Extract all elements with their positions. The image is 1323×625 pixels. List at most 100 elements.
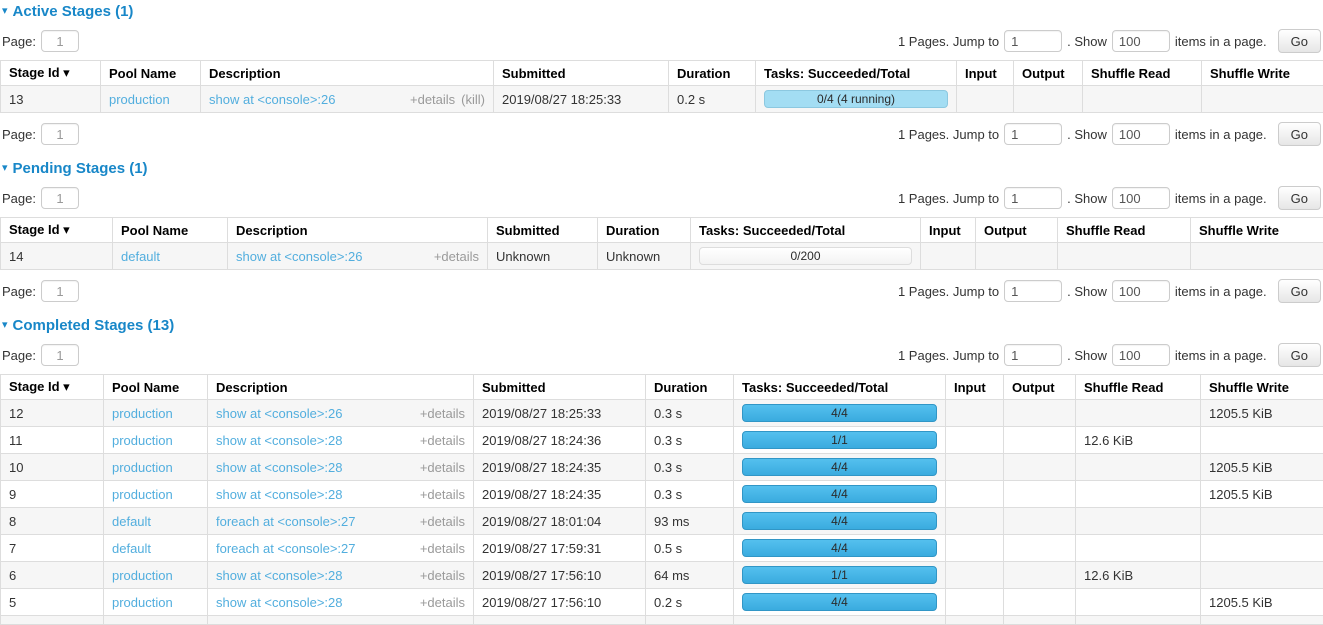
column-header-tasks:-succeeded/total[interactable]: Tasks: Succeeded/Total: [734, 375, 946, 400]
stage-id-cell: 9: [1, 481, 104, 508]
page-input[interactable]: [41, 30, 79, 52]
shuffle-read-cell: [1076, 400, 1201, 427]
details-toggle[interactable]: +details: [420, 595, 465, 610]
duration-cell: 0.5 s: [646, 535, 734, 562]
column-header-duration[interactable]: Duration: [646, 375, 734, 400]
column-header-description[interactable]: Description: [201, 61, 494, 86]
pool-name-link[interactable]: production: [112, 595, 173, 610]
column-header-tasks:-succeeded/total[interactable]: Tasks: Succeeded/Total: [691, 218, 921, 243]
details-toggle[interactable]: +details: [420, 433, 465, 448]
kill-link[interactable]: (kill): [461, 92, 485, 107]
description-link[interactable]: show at <console>:28: [216, 460, 342, 475]
column-header-duration[interactable]: Duration: [669, 61, 756, 86]
jump-to-input[interactable]: [1004, 280, 1062, 302]
column-header-output[interactable]: Output: [1014, 61, 1083, 86]
pool-name-link[interactable]: default: [112, 541, 151, 556]
details-toggle[interactable]: +details: [420, 514, 465, 529]
column-header-shuffle-write[interactable]: Shuffle Write: [1191, 218, 1323, 243]
section-heading-pending-stages[interactable]: ▾Pending Stages (1): [2, 160, 1323, 177]
go-button[interactable]: Go: [1278, 343, 1321, 367]
go-button[interactable]: Go: [1278, 29, 1321, 53]
pool-name-link[interactable]: production: [112, 433, 173, 448]
column-header-input[interactable]: Input: [957, 61, 1014, 86]
pool-name-link[interactable]: default: [112, 514, 151, 529]
stage-id-cell: 12: [1, 400, 104, 427]
collapse-arrow-icon[interactable]: ▾: [2, 320, 8, 331]
details-toggle[interactable]: +details: [410, 92, 455, 107]
column-header-tasks:-succeeded/total[interactable]: Tasks: Succeeded/Total: [756, 61, 957, 86]
show-items-input[interactable]: [1112, 344, 1170, 366]
column-header-stage-id-▾[interactable]: Stage Id ▾: [1, 61, 101, 86]
column-header-input[interactable]: Input: [921, 218, 976, 243]
column-header-input[interactable]: Input: [946, 375, 1004, 400]
pool-name-link[interactable]: production: [112, 406, 173, 421]
pool-name-link[interactable]: production: [112, 460, 173, 475]
details-toggle[interactable]: +details: [420, 406, 465, 421]
column-header-stage-id-▾[interactable]: Stage Id ▾: [1, 375, 104, 400]
pool-name-link[interactable]: production: [112, 568, 173, 583]
show-items-input[interactable]: [1112, 30, 1170, 52]
go-button[interactable]: Go: [1278, 279, 1321, 303]
items-per-page-text: items in a page.: [1175, 191, 1267, 206]
description-link[interactable]: show at <console>:26: [209, 92, 335, 107]
column-header-shuffle-read[interactable]: Shuffle Read: [1076, 375, 1201, 400]
input-cell: [957, 86, 1014, 113]
output-cell: [1004, 400, 1076, 427]
description-link[interactable]: foreach at <console>:27: [216, 541, 356, 556]
column-header-output[interactable]: Output: [976, 218, 1058, 243]
show-items-input[interactable]: [1112, 123, 1170, 145]
jump-to-input[interactable]: [1004, 30, 1062, 52]
tasks-progress-bar: 0/200: [699, 247, 912, 265]
description-link[interactable]: show at <console>:28: [216, 568, 342, 583]
go-button[interactable]: Go: [1278, 186, 1321, 210]
column-header-pool-name[interactable]: Pool Name: [101, 61, 201, 86]
page-input[interactable]: [41, 344, 79, 366]
column-header-output[interactable]: Output: [1004, 375, 1076, 400]
jump-to-input[interactable]: [1004, 187, 1062, 209]
collapse-arrow-icon[interactable]: ▾: [2, 163, 8, 174]
column-header-stage-id-▾[interactable]: Stage Id ▾: [1, 218, 113, 243]
details-toggle[interactable]: +details: [420, 487, 465, 502]
jump-to-input[interactable]: [1004, 123, 1062, 145]
description-link[interactable]: show at <console>:28: [216, 595, 342, 610]
pages-count-text: 1 Pages. Jump to: [898, 348, 999, 363]
details-toggle[interactable]: +details: [420, 568, 465, 583]
page-input[interactable]: [41, 187, 79, 209]
column-header-pool-name[interactable]: Pool Name: [113, 218, 228, 243]
pool-name-link[interactable]: production: [112, 487, 173, 502]
section-heading-completed-stages[interactable]: ▾Completed Stages (13): [2, 317, 1323, 334]
description-cell: show at <console>:26 +details: [208, 400, 474, 427]
column-header-shuffle-read[interactable]: Shuffle Read: [1058, 218, 1191, 243]
page-input[interactable]: [41, 280, 79, 302]
section-heading-active-stages[interactable]: ▾Active Stages (1): [2, 3, 1323, 20]
pool-name-link[interactable]: default: [121, 249, 160, 264]
column-header-description[interactable]: Description: [228, 218, 488, 243]
description-link[interactable]: show at <console>:28: [216, 487, 342, 502]
column-header-shuffle-read[interactable]: Shuffle Read: [1083, 61, 1202, 86]
column-header-duration[interactable]: Duration: [598, 218, 691, 243]
details-toggle[interactable]: +details: [434, 249, 479, 264]
description-link[interactable]: foreach at <console>:27: [216, 514, 356, 529]
show-items-input[interactable]: [1112, 280, 1170, 302]
details-toggle[interactable]: +details: [420, 460, 465, 475]
column-header-shuffle-write[interactable]: Shuffle Write: [1201, 375, 1323, 400]
description-link[interactable]: show at <console>:26: [216, 406, 342, 421]
description-link[interactable]: show at <console>:26: [236, 249, 362, 264]
column-header-submitted[interactable]: Submitted: [474, 375, 646, 400]
output-cell: [1014, 86, 1083, 113]
description-link[interactable]: show at <console>:28: [216, 433, 342, 448]
duration-cell: 0.3 s: [646, 454, 734, 481]
jump-to-input[interactable]: [1004, 344, 1062, 366]
details-toggle[interactable]: +details: [420, 541, 465, 556]
go-button[interactable]: Go: [1278, 122, 1321, 146]
stage-id-cell: 5: [1, 589, 104, 616]
show-items-input[interactable]: [1112, 187, 1170, 209]
column-header-pool-name[interactable]: Pool Name: [104, 375, 208, 400]
column-header-submitted[interactable]: Submitted: [488, 218, 598, 243]
collapse-arrow-icon[interactable]: ▾: [2, 6, 8, 17]
pool-name-link[interactable]: production: [109, 92, 170, 107]
page-input[interactable]: [41, 123, 79, 145]
column-header-submitted[interactable]: Submitted: [494, 61, 669, 86]
column-header-description[interactable]: Description: [208, 375, 474, 400]
column-header-shuffle-write[interactable]: Shuffle Write: [1202, 61, 1323, 86]
